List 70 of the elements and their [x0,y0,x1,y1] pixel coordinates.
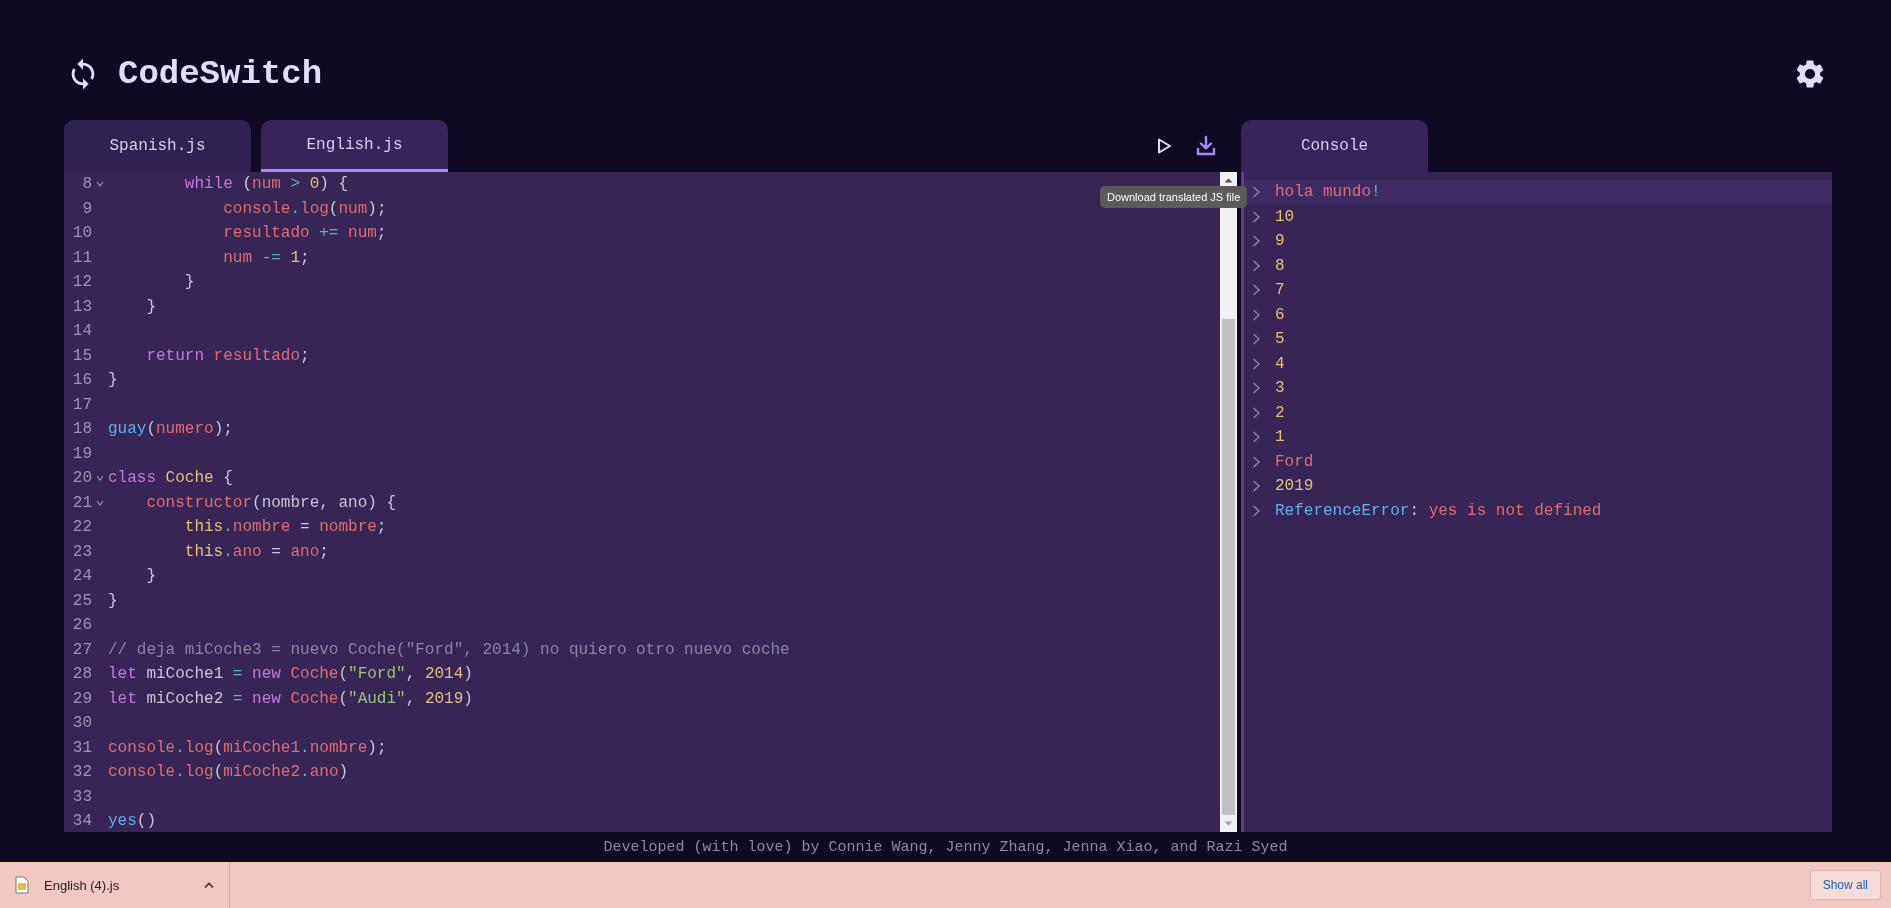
console-output: ReferenceError: yes is not defined [1275,501,1602,520]
line-number: 29 [71,689,92,708]
line-number: 14 [71,322,92,341]
code-line: let miCoche1 = new Coche("Ford", 2014) [108,665,473,684]
console-output: 8 [1275,256,1285,275]
line-number: 19 [71,444,92,463]
line-number: 17 [71,395,92,414]
line-number: 8 [81,175,92,194]
line-number: 23 [71,542,92,561]
code-line: // deja miCoche3 = nuevo Coche("Ford", 2014) no quiero otro nuevo coche [108,640,790,659]
line-number: 30 [71,714,92,733]
file-tab[interactable]: Spanish.js [64,120,251,172]
download-filename[interactable]: English (4).js [44,877,189,893]
line-number: 16 [71,371,92,390]
console-output: 5 [1275,330,1285,349]
line-number: 32 [71,763,92,782]
line-number: 33 [71,787,92,806]
footer-credits: Developed (with love) by Connie Wang, Jenny Zhang, Jenna Xiao, and Razi Syed [602,837,1289,858]
line-number: 26 [71,616,92,635]
code-line: this.ano = ano; [183,542,329,561]
code-line: class Coche { [108,469,233,488]
console-output: Ford [1275,452,1314,471]
line-number: 31 [71,738,92,757]
code-line: num -= 1; [222,248,310,267]
code-line: return resultado; [145,346,310,365]
code-line: } [108,371,118,390]
code-line: while (num > 0) { [183,175,349,194]
code-line: console.log(miCoche1.nombre); [108,738,387,757]
line-number: 34 [71,812,92,831]
line-number: 25 [71,591,92,610]
app-title: CodeSwitch [118,55,323,93]
console-output: 2 [1275,403,1285,422]
code-line: } [108,591,118,610]
line-number: 9 [81,199,92,218]
console-output: 9 [1275,232,1285,251]
line-number: 21 [71,493,92,512]
line-number: 24 [71,567,92,586]
show-all-button[interactable]: Show all [1809,870,1881,900]
code-line: console.log(miCoche2.ano) [108,763,349,782]
line-number: 28 [71,665,92,684]
code-line: guay(numero); [108,420,233,439]
code-line: yes() [108,812,156,831]
console-output: 1 [1275,428,1285,447]
line-number: 27 [71,640,92,659]
code-line: resultado += num; [222,224,387,243]
code-line: this.nombre = nombre; [183,518,387,537]
code-line: let miCoche2 = new Coche("Audi", 2019) [108,689,473,708]
code-line: console.log(num); [222,199,387,218]
console-output: hola mundo! [1275,183,1381,202]
console-output: 4 [1275,354,1285,373]
line-number: 13 [71,297,92,316]
line-number: 12 [71,273,92,292]
console-output: 6 [1275,305,1285,324]
line-number: 11 [71,248,92,267]
tooltip: Download translated JS file [1100,186,1248,208]
code-line: } [145,567,156,586]
line-number: 18 [71,420,92,439]
code-line: constructor(nombre, ano) { [145,493,397,512]
code-line: } [145,297,156,316]
code-line: } [183,273,195,292]
console-output: 10 [1275,207,1295,226]
line-number: 22 [71,518,92,537]
console-output: 3 [1275,379,1285,398]
console-output: 2019 [1275,477,1314,496]
line-number: 20 [71,469,92,488]
console-output: 7 [1275,281,1285,300]
file-tab[interactable]: English.js [261,120,448,172]
console-tab[interactable]: Console [1241,120,1428,172]
line-number: 15 [71,346,92,365]
line-number: 10 [71,224,92,243]
